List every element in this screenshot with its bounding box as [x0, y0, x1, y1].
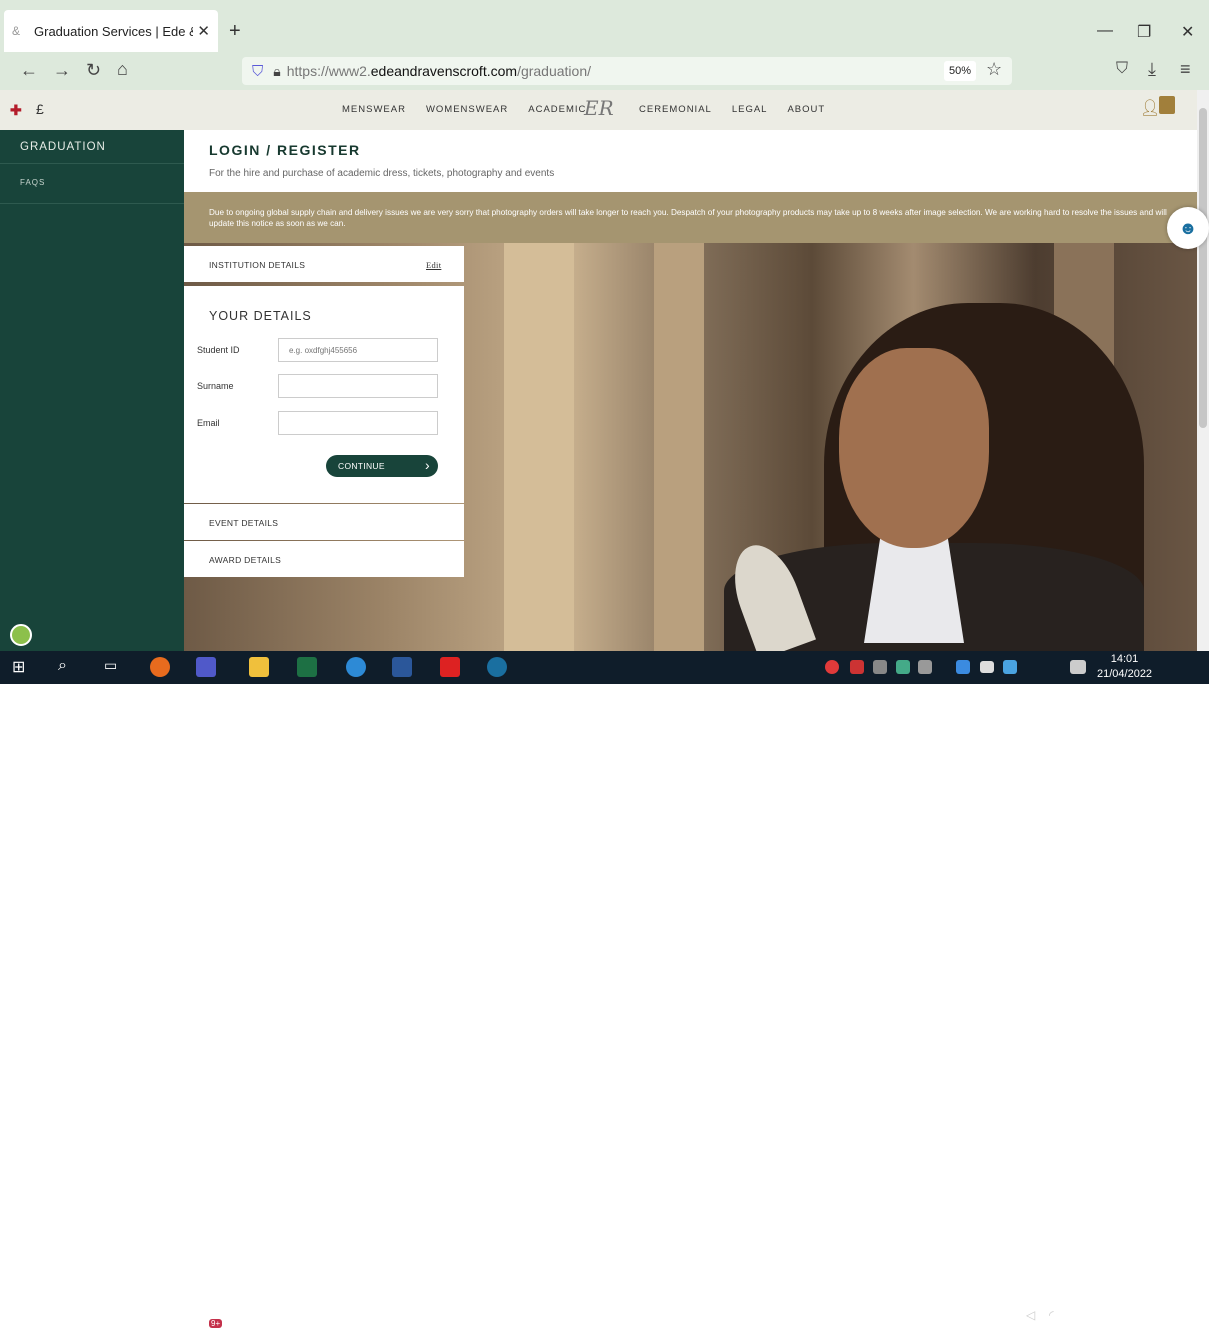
nav-womenswear[interactable]: WOMENSWEAR: [426, 104, 508, 115]
chat-app-icon[interactable]: [487, 657, 507, 677]
event-details-row[interactable]: EVENT DETAILS: [184, 504, 464, 540]
sidebar-item-faqs[interactable]: FAQS: [20, 178, 45, 187]
institution-edit-link[interactable]: Edit: [426, 260, 441, 270]
restore-icon[interactable]: ❐: [1137, 22, 1151, 42]
file-explorer-icon[interactable]: [249, 657, 269, 677]
volume-icon[interactable]: ◁: [1026, 1308, 1035, 1322]
notification-icon[interactable]: ▤: [1172, 1307, 1187, 1327]
continue-label: CONTINUE: [338, 461, 385, 471]
nav-menswear[interactable]: MENSWEAR: [342, 104, 406, 115]
surname-label: Surname: [197, 381, 234, 391]
main-nav-left: MENSWEAR WOMENSWEAR ACADEMIC: [342, 104, 586, 115]
close-tab-icon[interactable]: ✕: [197, 22, 210, 40]
shopping-bag-icon[interactable]: [1159, 96, 1175, 114]
new-tab-icon[interactable]: +: [229, 20, 241, 43]
minimize-icon[interactable]: —: [1097, 22, 1113, 40]
word-icon[interactable]: [392, 657, 412, 677]
event-details-label: EVENT DETAILS: [209, 518, 279, 528]
sidebar: GRADUATION FAQS: [0, 130, 184, 651]
chat-icon[interactable]: ☻: [1167, 207, 1209, 249]
tray-icon[interactable]: [896, 660, 910, 674]
clock-time: 14:01: [1110, 653, 1139, 665]
menu-icon[interactable]: ≡: [1180, 59, 1191, 80]
teams-badge: 9+: [209, 1319, 223, 1328]
search-icon[interactable]: ⌕: [58, 657, 78, 677]
institution-details-label: INSTITUTION DETAILS: [209, 260, 306, 270]
scrollbar-thumb[interactable]: [1199, 108, 1207, 428]
student-id-label: Student ID: [197, 345, 240, 355]
award-details-row[interactable]: AWARD DETAILS: [184, 541, 464, 577]
url-prefix: https://www2.: [286, 63, 371, 79]
your-details-heading: YOUR DETAILS: [209, 309, 312, 323]
main-nav-right: CEREMONIAL LEGAL ABOUT: [639, 104, 825, 115]
tab-title: Graduation Services | Ede & Rav: [34, 23, 193, 39]
tray-icon[interactable]: [825, 660, 839, 674]
site-header: ✚ £ MENSWEAR WOMENSWEAR ACADEMIC ER CERE…: [0, 90, 1197, 130]
windows-taskbar: ⊞ ⌕ ▭ 9+ ᛒ ◁ ◜ ▤: [0, 651, 1209, 1328]
graduate-face: [839, 348, 989, 548]
url-path: /graduation/: [517, 63, 592, 79]
email-input[interactable]: [278, 411, 438, 435]
student-id-input[interactable]: [278, 338, 438, 362]
close-window-icon[interactable]: ✕: [1181, 22, 1194, 42]
home-icon[interactable]: ⌂: [117, 59, 128, 80]
acrobat-icon[interactable]: [440, 657, 460, 677]
firefox-icon[interactable]: [150, 657, 170, 677]
award-details-label: AWARD DETAILS: [209, 555, 282, 565]
tracking-shield-icon[interactable]: ⛉: [252, 63, 263, 80]
accessibility-icon[interactable]: [10, 624, 32, 646]
pocket-icon[interactable]: ⛉: [1116, 60, 1128, 78]
windows-start-icon[interactable]: ⊞: [12, 657, 32, 677]
institution-details-row[interactable]: INSTITUTION DETAILS Edit: [184, 246, 464, 282]
keyboard-icon[interactable]: [1070, 660, 1086, 674]
page-subtitle: For the hire and purchase of academic dr…: [209, 168, 555, 179]
bluetooth-icon[interactable]: ᛒ: [938, 1309, 946, 1324]
tray-icon[interactable]: [873, 660, 887, 674]
bookmark-star-icon[interactable]: ☆: [986, 59, 1002, 80]
battery-icon[interactable]: [980, 661, 994, 673]
currency-selector[interactable]: £: [36, 101, 44, 117]
nav-ceremonial[interactable]: CEREMONIAL: [639, 104, 712, 115]
surname-input[interactable]: [278, 374, 438, 398]
zoom-level[interactable]: 50%: [944, 61, 976, 81]
lock-icon[interactable]: 🔒︎: [273, 63, 280, 80]
notice-banner: Due to ongoing global supply chain and d…: [184, 192, 1197, 243]
page-title: LOGIN / REGISTER: [209, 142, 361, 158]
excel-icon[interactable]: [297, 657, 317, 677]
clock-date: 21/04/2022: [1097, 668, 1153, 680]
back-icon[interactable]: ←: [20, 60, 38, 81]
tray-icon[interactable]: [956, 660, 970, 674]
account-icon[interactable]: 👤︎: [1140, 98, 1160, 118]
nav-academic[interactable]: ACADEMIC: [528, 104, 586, 115]
download-icon[interactable]: ⤓: [1148, 59, 1156, 80]
nav-about[interactable]: ABOUT: [787, 104, 825, 115]
tray-icon[interactable]: [918, 660, 932, 674]
forward-icon[interactable]: →: [53, 60, 71, 81]
sidebar-item-graduation[interactable]: GRADUATION: [20, 141, 106, 153]
browser-tab[interactable]: & Graduation Services | Ede & Rav ✕: [4, 10, 218, 52]
wifi-icon[interactable]: ◜: [1049, 1308, 1054, 1322]
task-view-icon[interactable]: ▭: [104, 657, 124, 677]
sidebar-divider: [0, 203, 184, 204]
hero-pillar: [654, 243, 704, 651]
nav-legal[interactable]: LEGAL: [732, 104, 768, 115]
reload-icon[interactable]: ↻: [86, 60, 101, 81]
chrome-icon[interactable]: [346, 657, 366, 677]
chevron-right-icon: ›: [425, 457, 430, 473]
your-details-form: YOUR DETAILS Student ID Surname Email CO…: [184, 286, 464, 503]
continue-button[interactable]: CONTINUE ›: [326, 455, 438, 477]
site-favicon-icon: &: [12, 24, 21, 38]
hero-pillar: [504, 243, 574, 651]
sidebar-divider: [0, 163, 184, 164]
address-bar[interactable]: ⛉ 🔒︎ https://www2. edeandravenscroft.com /…: [242, 57, 1012, 85]
tray-icon[interactable]: [1003, 660, 1017, 674]
taskbar-clock[interactable]: 14:01 21/04/2022: [1097, 652, 1152, 682]
teams-icon[interactable]: [196, 657, 216, 677]
url-domain: edeandravenscroft.com: [370, 63, 518, 79]
uk-flag-icon[interactable]: ✚: [10, 102, 22, 119]
site-logo[interactable]: ER: [584, 96, 614, 120]
tray-icon[interactable]: [850, 660, 864, 674]
email-label: Email: [197, 418, 220, 428]
